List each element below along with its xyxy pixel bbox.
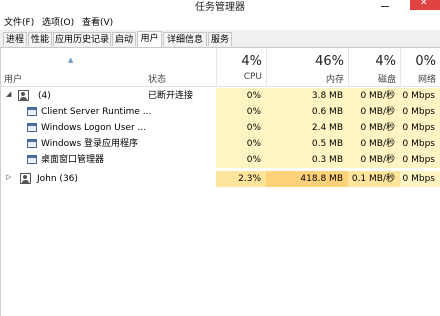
- network-label: 网络: [417, 75, 436, 85]
- process-icon: [27, 139, 37, 148]
- tab-bar: 进程 性能 应用历史记录 启动 用户 详细信息 服务: [0, 30, 440, 48]
- tab-app-history[interactable]: 应用历史记录: [53, 32, 111, 46]
- column-user[interactable]: 用户: [4, 72, 22, 85]
- menu-view[interactable]: 查看(V): [82, 15, 113, 28]
- memory-total: 46%: [315, 54, 344, 69]
- process-icon: [27, 155, 37, 164]
- close-button[interactable]: [410, 0, 440, 10]
- memory-value: 0.3 MB: [266, 152, 348, 168]
- tab-details[interactable]: 详细信息: [163, 32, 207, 46]
- network-value: 0 Mbps: [400, 88, 440, 104]
- expand-icon[interactable]: ▷: [6, 173, 11, 181]
- menu-bar: 文件(F) 选项(O) 查看(V): [0, 14, 440, 29]
- user-name: (4): [38, 91, 51, 101]
- sort-up-icon: ▲: [68, 56, 74, 64]
- disk-label: 磁盘: [377, 75, 396, 85]
- network-value: 0 Mbps: [400, 104, 440, 120]
- disk-total: 4%: [375, 54, 396, 69]
- tab-startup[interactable]: 启动: [112, 32, 136, 46]
- collapse-icon[interactable]: ◢: [6, 90, 11, 98]
- tab-processes[interactable]: 进程: [3, 32, 27, 46]
- process-row[interactable]: Client Server Runtime ... 0% 0.6 MB 0 MB…: [0, 104, 440, 120]
- disk-value: 0 MB/秒: [348, 88, 400, 104]
- tab-services[interactable]: 服务: [208, 32, 232, 46]
- process-name: 桌面窗口管理器: [41, 155, 105, 165]
- network-total: 0%: [415, 54, 436, 69]
- process-row[interactable]: 桌面窗口管理器 0% 0.3 MB 0 MB/秒 0 Mbps: [0, 152, 440, 168]
- column-network[interactable]: 0% 网络: [400, 48, 440, 86]
- cpu-value: 0%: [216, 88, 266, 104]
- column-status[interactable]: 状态: [148, 72, 166, 85]
- network-value: 0 Mbps: [400, 152, 440, 168]
- column-header: ▲ 用户 状态 4% CPU 46% 内存 4% 磁盘 0% 网络: [0, 48, 440, 87]
- cpu-label: CPU: [243, 72, 262, 82]
- memory-label: 内存: [325, 75, 344, 85]
- cpu-value: 0%: [216, 104, 266, 120]
- process-icon: [27, 107, 37, 116]
- disk-value: 0.1 MB/秒: [348, 171, 400, 187]
- memory-value: 0.5 MB: [266, 136, 348, 152]
- user-status: 已断开连接: [148, 91, 194, 101]
- memory-value: 3.8 MB: [266, 88, 348, 104]
- network-value: 0 Mbps: [400, 120, 440, 136]
- disk-value: 0 MB/秒: [348, 136, 400, 152]
- cpu-value: 0%: [216, 152, 266, 168]
- menu-file[interactable]: 文件(F): [4, 15, 34, 28]
- column-cpu[interactable]: 4% CPU: [216, 48, 266, 86]
- user-group-row[interactable]: ◢ (4) 已断开连接 0% 3.8 MB 0 MB/秒 0 Mbps: [0, 88, 440, 104]
- minimize-button[interactable]: [374, 0, 396, 10]
- user-icon: [20, 173, 31, 184]
- window-border: [0, 48, 1, 316]
- memory-value: 0.6 MB: [266, 104, 348, 120]
- menu-options[interactable]: 选项(O): [42, 15, 74, 28]
- disk-value: 0 MB/秒: [348, 120, 400, 136]
- cpu-value: 0%: [216, 136, 266, 152]
- cpu-value: 0%: [216, 120, 266, 136]
- process-row[interactable]: Windows Logon User ... 0% 2.4 MB 0 MB/秒 …: [0, 120, 440, 136]
- network-value: 0 Mbps: [400, 171, 440, 187]
- network-value: 0 Mbps: [400, 136, 440, 152]
- title-bar: 任务管理器: [0, 0, 440, 14]
- column-disk[interactable]: 4% 磁盘: [348, 48, 400, 86]
- user-icon: [18, 90, 29, 101]
- process-name: Windows Logon User ...: [41, 123, 147, 133]
- tab-users[interactable]: 用户: [137, 31, 162, 47]
- user-group-row[interactable]: ▷ John (36) 2.3% 418.8 MB 0.1 MB/秒 0 Mbp…: [0, 171, 440, 187]
- tab-performance[interactable]: 性能: [28, 32, 52, 46]
- disk-value: 0 MB/秒: [348, 104, 400, 120]
- process-name: Windows 登录应用程序: [41, 139, 139, 149]
- disk-value: 0 MB/秒: [348, 152, 400, 168]
- cpu-total: 4%: [241, 54, 262, 69]
- process-icon: [27, 123, 37, 132]
- user-name: John (36): [37, 174, 78, 184]
- process-name: Client Server Runtime ...: [41, 107, 152, 117]
- process-row[interactable]: Windows 登录应用程序 0% 0.5 MB 0 MB/秒 0 Mbps: [0, 136, 440, 152]
- column-memory[interactable]: 46% 内存: [266, 48, 348, 86]
- cpu-value: 2.3%: [216, 171, 266, 187]
- memory-value: 418.8 MB: [266, 171, 348, 187]
- memory-value: 2.4 MB: [266, 120, 348, 136]
